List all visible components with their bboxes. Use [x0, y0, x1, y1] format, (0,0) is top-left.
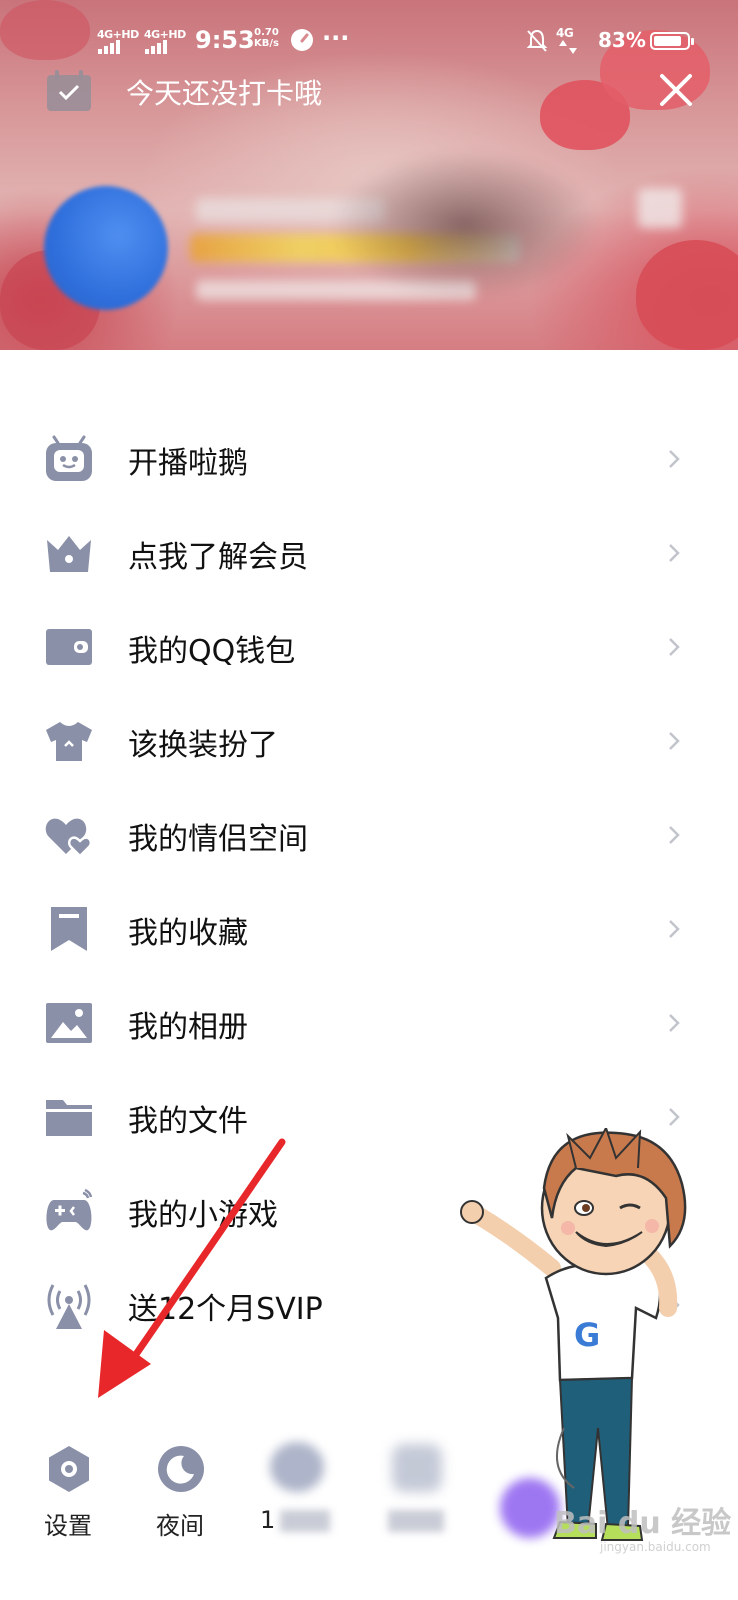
- menu-item-label: 点我了解会员: [128, 540, 308, 575]
- speed-value: 0.70: [254, 27, 279, 38]
- weather-label-blurred: [280, 1510, 330, 1532]
- battery-fill: [654, 36, 681, 46]
- menu-item-album[interactable]: 我的相册: [0, 976, 738, 1070]
- bookmark-icon: [51, 907, 87, 951]
- menu-item-outfit[interactable]: 该换装扮了: [0, 694, 738, 788]
- more-indicator: ···: [322, 24, 350, 52]
- menu-item-membership[interactable]: 点我了解会员: [0, 506, 738, 600]
- tv-robot-icon: [46, 435, 92, 481]
- moon-icon: [158, 1446, 204, 1492]
- profile-header: 4G+HD 4G+HD 9:53 0.70 KB/s ··· 4G 83% 今天…: [0, 0, 738, 350]
- baidu-watermark-url: jingyan.baidu.com: [600, 1540, 711, 1554]
- blurred-button[interactable]: [378, 1430, 458, 1560]
- gamepad-icon: [46, 1188, 93, 1231]
- chevron-right-icon: [669, 638, 680, 656]
- menu-item-label: 我的小游戏: [128, 1198, 278, 1233]
- avatar[interactable]: [44, 186, 168, 310]
- menu-item-label: 我的情侣空间: [128, 822, 308, 857]
- chevron-right-icon: [669, 826, 680, 844]
- calendar-check-icon[interactable]: [46, 70, 92, 112]
- signal-icon: [98, 40, 124, 54]
- checkin-prompt[interactable]: 今天还没打卡哦: [126, 72, 322, 112]
- network-speed: 0.70 KB/s: [254, 27, 279, 49]
- weather-icon: [270, 1442, 324, 1492]
- chevron-right-icon: [669, 1014, 680, 1032]
- clock: 9:53: [195, 26, 255, 54]
- menu-item-wallet[interactable]: 我的QQ钱包: [0, 600, 738, 694]
- weather-label-partial: 1: [260, 1506, 276, 1534]
- weather-button-blurred[interactable]: 1: [258, 1430, 338, 1560]
- gauge-icon: [291, 29, 313, 51]
- qr-icon-blurred[interactable]: [638, 188, 682, 228]
- crown-icon: [47, 536, 91, 572]
- data-arrows-icon: [559, 40, 577, 54]
- night-label: 夜间: [156, 1512, 204, 1540]
- menu-item-label: 我的QQ钱包: [128, 634, 296, 669]
- wallet-icon: [46, 629, 92, 665]
- chevron-right-icon: [669, 450, 680, 468]
- svg-text:G: G: [574, 1316, 600, 1354]
- signal-icon: [145, 40, 171, 54]
- menu-item-label: 开播啦鹅: [128, 446, 248, 481]
- battery-percent: 83%: [598, 28, 646, 52]
- menu-item-favorites[interactable]: 我的收藏: [0, 882, 738, 976]
- settings-label: 设置: [44, 1512, 92, 1540]
- gear-icon: [49, 1446, 89, 1492]
- blurred-label: [388, 1510, 444, 1532]
- broadcast-tower-icon: [47, 1284, 91, 1329]
- menu-item-live[interactable]: 开播啦鹅: [0, 412, 738, 506]
- menu-item-label: 送12个月SVIP: [128, 1292, 323, 1327]
- menu-item-label: 该换装扮了: [128, 728, 278, 763]
- calligraphy-decor: [330, 150, 600, 300]
- chevron-right-icon: [669, 544, 680, 562]
- chevron-right-icon: [669, 920, 680, 938]
- image-icon: [46, 1003, 92, 1043]
- baidu-watermark: Bai du 经验: [554, 1506, 732, 1541]
- cartoon-boy-illustration: G: [460, 1128, 687, 1541]
- chevron-right-icon: [669, 1108, 680, 1126]
- battery-icon: [650, 32, 694, 50]
- close-icon[interactable]: [656, 70, 696, 110]
- hearts-icon: [45, 818, 93, 858]
- chevron-right-icon: [669, 732, 680, 750]
- network-indicator: 4G: [556, 26, 574, 40]
- menu-item-label: 我的相册: [128, 1010, 248, 1045]
- settings-button[interactable]: 设置: [30, 1430, 110, 1560]
- speed-unit: KB/s: [254, 38, 279, 49]
- blurred-icon: [392, 1444, 442, 1492]
- mute-bell-icon: [526, 29, 548, 52]
- menu-item-label: 我的文件: [128, 1104, 248, 1139]
- menu-item-label: 我的收藏: [128, 916, 248, 951]
- shirt-icon: [46, 722, 92, 761]
- menu-item-couple-space[interactable]: 我的情侣空间: [0, 788, 738, 882]
- status-bar: 4G+HD 4G+HD 9:53 0.70 KB/s ··· 4G 83%: [0, 22, 738, 62]
- folder-icon: [46, 1100, 92, 1136]
- night-mode-button[interactable]: 夜间: [142, 1430, 222, 1560]
- decor-heart: [636, 240, 738, 350]
